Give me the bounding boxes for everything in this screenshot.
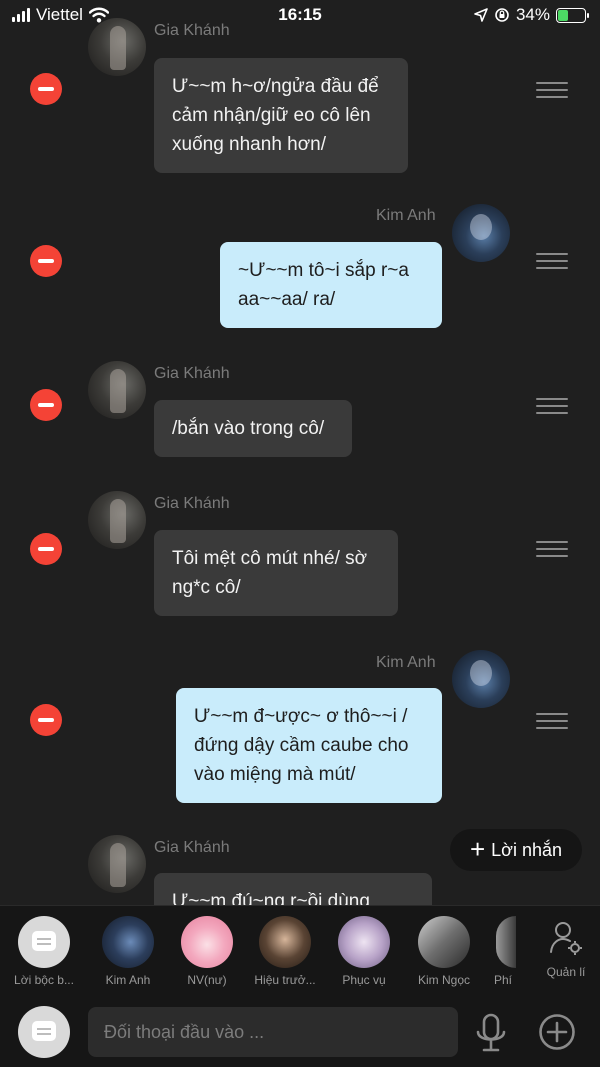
manage-button[interactable]: Quản lí	[538, 920, 594, 979]
avatar-gia-khanh[interactable]	[88, 835, 146, 893]
contact-name: Phí	[494, 973, 513, 987]
message-bubble[interactable]: Ư~~m đ~ược~ ơ thô~~i / đứng dậy cầm caub…	[176, 688, 442, 803]
location-icon	[474, 8, 488, 22]
rotation-lock-icon	[495, 8, 509, 22]
battery-icon	[556, 7, 589, 23]
contact-kim-anh[interactable]: Kim Anh	[90, 916, 166, 987]
manage-label: Quản lí	[546, 965, 586, 979]
status-bar: Viettel 16:15 34%	[0, 0, 600, 30]
contact-name: NV(nư)	[187, 973, 227, 987]
avatar-gia-khanh[interactable]	[88, 491, 146, 549]
drag-handle-icon[interactable]	[536, 713, 568, 731]
remove-message-button[interactable]	[30, 389, 62, 421]
message-bubble[interactable]: Ư~~m h~ơ/ngửa đầu để cảm nhận/giữ eo cô …	[154, 58, 408, 173]
message-bubble[interactable]: Ư~~m đú~ng r~ồi dùng	[154, 873, 432, 905]
contact-name: Kim Anh	[105, 973, 151, 987]
sender-name: Kim Anh	[376, 207, 436, 224]
contact-hieu-truong[interactable]: Hiệu trưở...	[247, 916, 323, 987]
avatar	[338, 916, 390, 968]
avatar	[259, 916, 311, 968]
input-bar	[0, 993, 600, 1067]
contact-name: Phục vụ	[342, 973, 386, 987]
add-circle-icon[interactable]	[538, 1013, 576, 1051]
message-bubble[interactable]: Tôi mệt cô mút nhé/ sờ ng*c cô/	[154, 530, 398, 616]
avatar-kim-anh[interactable]	[452, 650, 510, 708]
avatar	[418, 916, 470, 968]
plus-icon: +	[469, 833, 486, 864]
avatar	[102, 916, 154, 968]
contact-partial[interactable]: Phí	[484, 916, 518, 987]
status-right: 34%	[474, 5, 589, 25]
character-bar: Lời bộc b... Kim Anh NV(nư) Hiệu trưở...…	[0, 905, 600, 993]
message-bubble[interactable]: /bắn vào trong cô/	[154, 400, 352, 457]
reply-button-label: Lời nhắn	[491, 839, 563, 860]
sender-name: Kim Anh	[376, 654, 436, 671]
contact-nv[interactable]: NV(nư)	[169, 916, 245, 987]
contact-name: Hiệu trưở...	[254, 973, 316, 987]
drag-handle-icon[interactable]	[536, 541, 568, 559]
message-input[interactable]	[88, 1007, 458, 1057]
avatar	[181, 916, 233, 968]
battery-percent: 34%	[515, 5, 550, 24]
avatar	[496, 916, 516, 968]
note-icon	[18, 916, 70, 968]
avatar-gia-khanh[interactable]	[88, 361, 146, 419]
drag-handle-icon[interactable]	[536, 253, 568, 271]
microphone-icon[interactable]	[474, 1013, 508, 1053]
contact-kim-ngoc[interactable]: Kim Ngọc	[406, 916, 482, 987]
note-icon[interactable]	[18, 1006, 70, 1058]
contact-name: Lời bộc b...	[14, 973, 74, 987]
remove-message-button[interactable]	[30, 245, 62, 277]
drag-handle-icon[interactable]	[536, 82, 568, 100]
sender-name: Gia Khánh	[154, 839, 230, 856]
chat-thread[interactable]: Gia Khánh Ư~~m h~ơ/ngửa đầu để cảm nhận/…	[0, 0, 600, 905]
contact-phuc-vu[interactable]: Phục vụ	[326, 916, 402, 987]
contact-narration[interactable]: Lời bộc b...	[6, 916, 82, 987]
user-settings-icon	[550, 922, 582, 955]
remove-message-button[interactable]	[30, 704, 62, 736]
sender-name: Gia Khánh	[154, 365, 230, 382]
remove-message-button[interactable]	[30, 533, 62, 565]
drag-handle-icon[interactable]	[536, 398, 568, 416]
add-reply-button[interactable]: + Lời nhắn	[450, 829, 582, 871]
contact-name: Kim Ngọc	[417, 973, 470, 987]
message-bubble[interactable]: ~Ư~~m tô~i sắp r~a aa~~aa/ ra/	[220, 242, 442, 328]
sender-name: Gia Khánh	[154, 495, 230, 512]
remove-message-button[interactable]	[30, 73, 62, 105]
avatar-kim-anh[interactable]	[452, 204, 510, 262]
